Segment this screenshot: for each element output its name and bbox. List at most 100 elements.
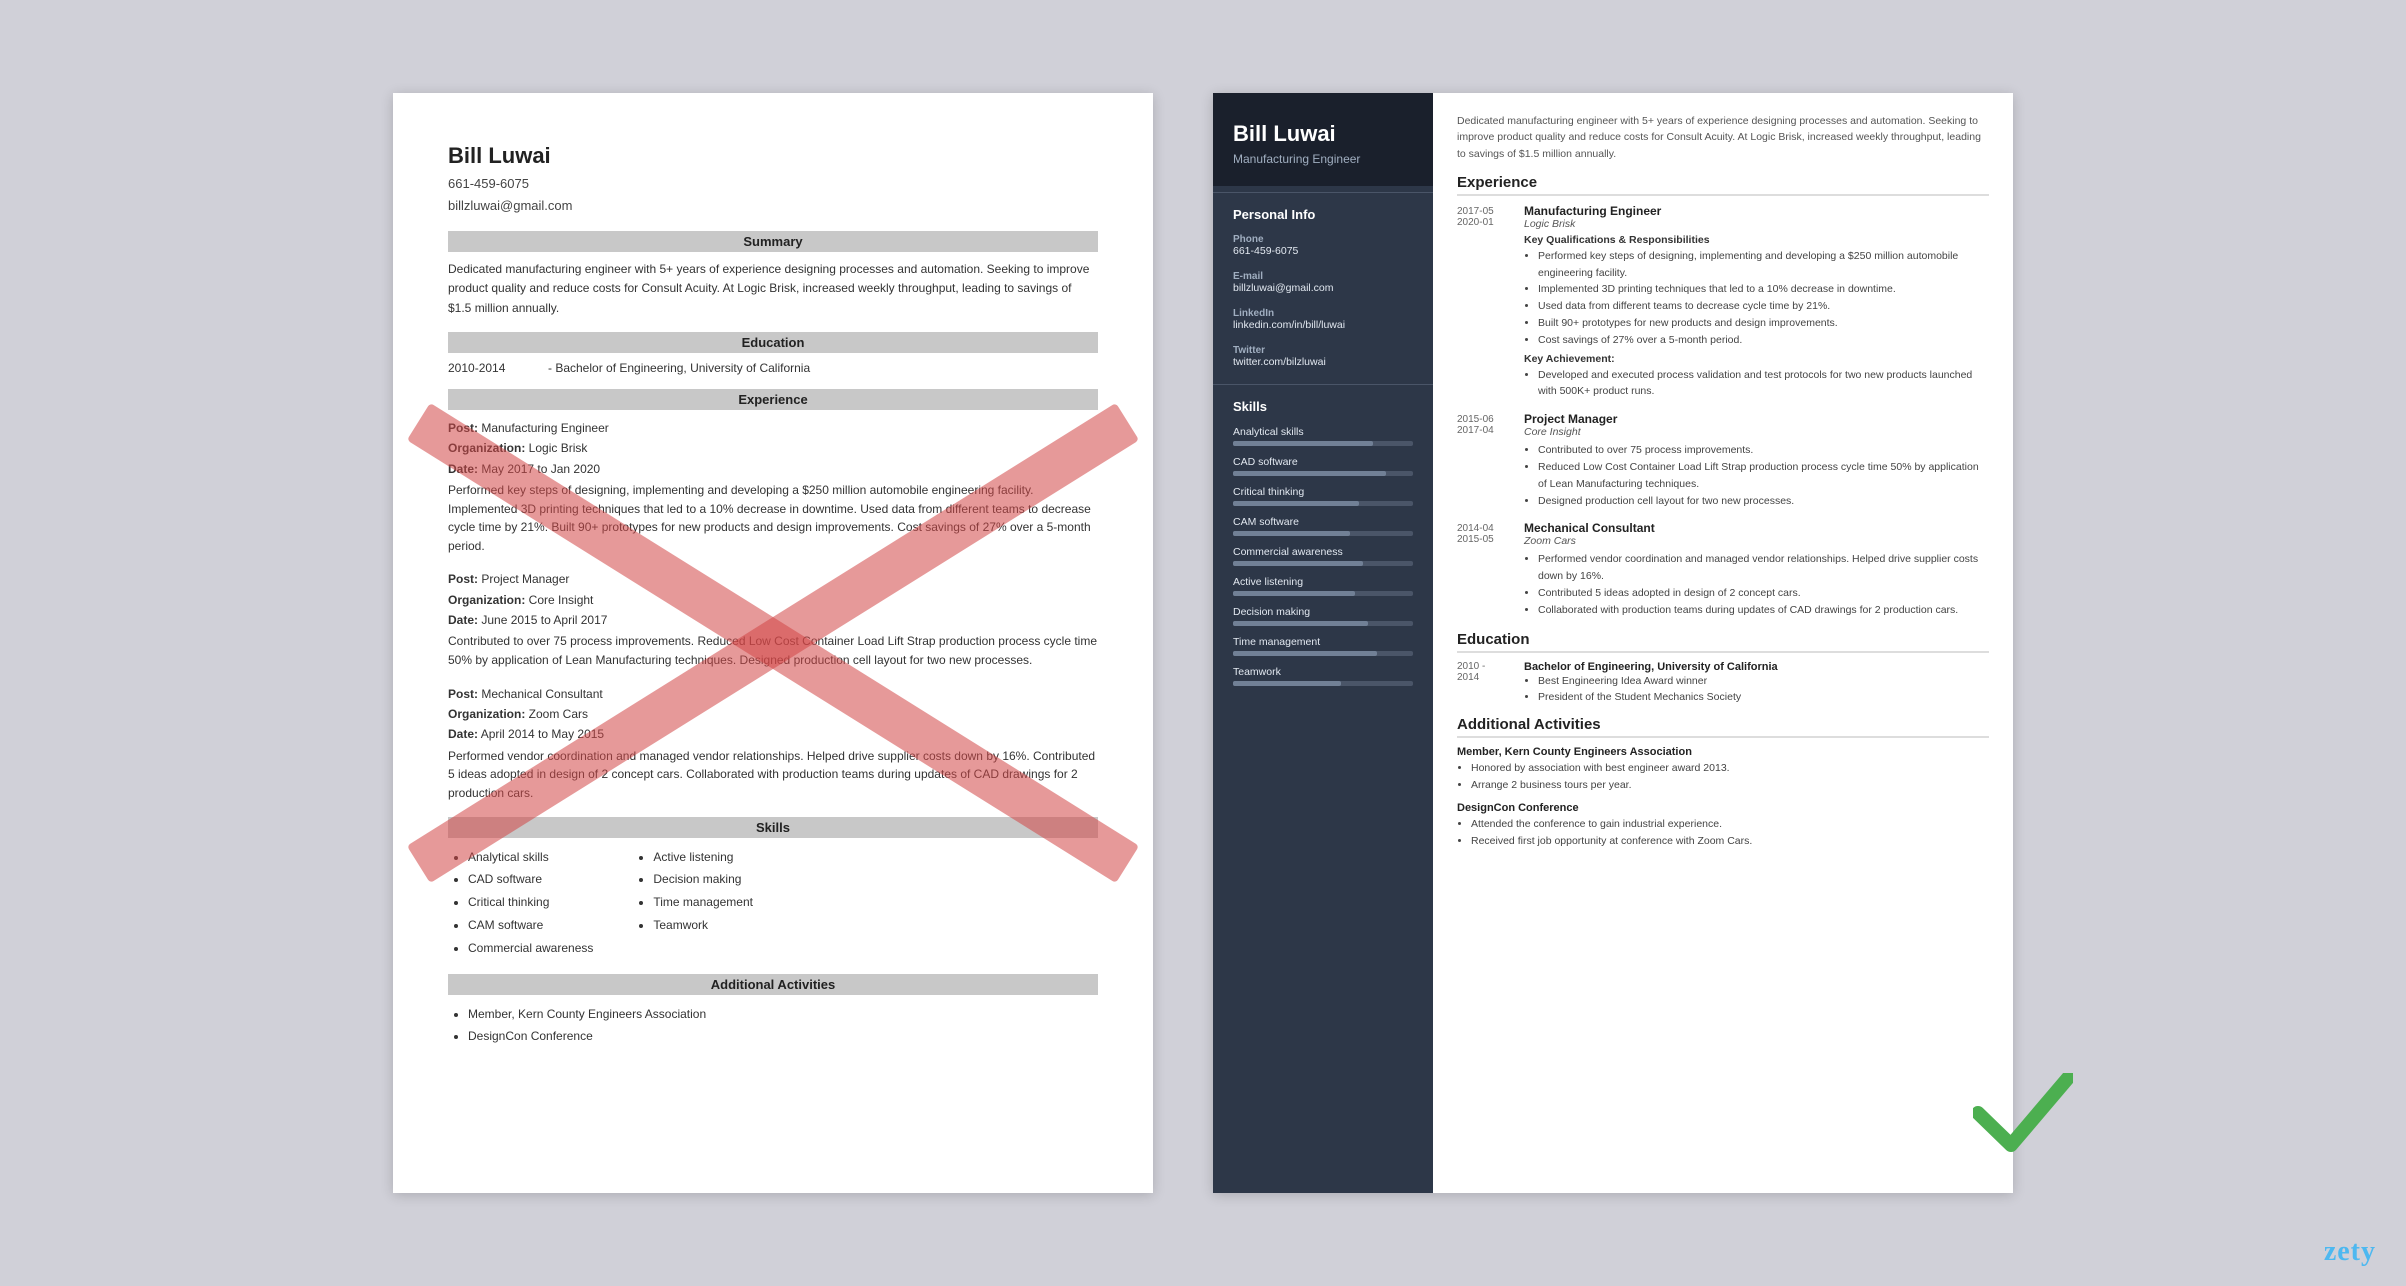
activity-item: DesignCon Conference xyxy=(468,1025,1098,1048)
bullet-item: President of the Student Mechanics Socie… xyxy=(1538,689,1989,706)
left-edu-year: 2010-2014 xyxy=(448,361,518,375)
skill-bar-bg xyxy=(1233,471,1413,476)
skill-item: Decision making xyxy=(653,868,753,891)
skill-bar-fill xyxy=(1233,471,1386,476)
sidebar-skill-item: Time management xyxy=(1213,632,1433,662)
bullet-item: Honored by association with best enginee… xyxy=(1471,760,1989,777)
left-edu-row: 2010-2014 - Bachelor of Engineering, Uni… xyxy=(448,361,1098,375)
left-exp3-post: Post: Mechanical Consultant xyxy=(448,684,1098,704)
sidebar-header: Bill Luwai Manufacturing Engineer xyxy=(1213,93,1433,186)
sidebar-skill-item: Decision making xyxy=(1213,602,1433,632)
bullet-item: Performed key steps of designing, implem… xyxy=(1538,248,1989,282)
skill-bar-fill xyxy=(1233,441,1373,446)
edu1-bullets: Best Engineering Idea Award winner Presi… xyxy=(1524,673,1989,707)
left-exp2-post: Post: Project Manager xyxy=(448,569,1098,589)
edu1-dates: 2010 -2014 xyxy=(1457,661,1512,707)
left-exp1-date: Date: May 2017 to Jan 2020 xyxy=(448,459,1098,479)
activity-item: Member, Kern County Engineers Associatio… xyxy=(468,1003,1098,1026)
exp1-company: Logic Brisk xyxy=(1524,218,1989,230)
skill-item: CAM software xyxy=(468,914,593,937)
sidebar-skill-item: Analytical skills xyxy=(1213,422,1433,452)
resume-good: Bill Luwai Manufacturing Engineer Person… xyxy=(1213,93,2013,1193)
skill-bar-fill xyxy=(1233,621,1368,626)
zety-logo: zety xyxy=(2324,1236,2376,1268)
twitter-item: Twitter twitter.com/bilzluwai xyxy=(1213,341,1433,378)
skill-bar-fill xyxy=(1233,561,1363,566)
bullet-item: Best Engineering Idea Award winner xyxy=(1538,673,1989,690)
bullet-item: Developed and executed process validatio… xyxy=(1538,367,1989,401)
skill-bar-bg xyxy=(1233,621,1413,626)
bullet-item: Built 90+ prototypes for new products an… xyxy=(1538,315,1989,332)
exp2-bullets: Contributed to over 75 process improveme… xyxy=(1524,442,1989,509)
skill-name: Commercial awareness xyxy=(1233,546,1413,558)
left-skills-col2: Active listening Decision making Time ma… xyxy=(633,846,753,960)
skills-container: Analytical skills CAD software Critical … xyxy=(1213,422,1433,692)
left-exp-3: Post: Mechanical Consultant Organization… xyxy=(448,684,1098,803)
skill-bar-bg xyxy=(1233,591,1413,596)
exp3-dates: 2014-042015-05 xyxy=(1457,521,1512,618)
sidebar-skill-item: CAM software xyxy=(1213,512,1433,542)
bullet-item: Arrange 2 business tours per year. xyxy=(1471,777,1989,794)
bullet-item: Performed vendor coordination and manage… xyxy=(1538,551,1989,585)
skill-name: Decision making xyxy=(1233,606,1413,618)
bullet-item: Reduced Low Cost Container Load Lift Str… xyxy=(1538,459,1989,493)
left-name: Bill Luwai xyxy=(448,143,1098,169)
sidebar-skill-item: Teamwork xyxy=(1213,662,1433,692)
linkedin-label: LinkedIn xyxy=(1233,308,1413,319)
right-name: Bill Luwai xyxy=(1233,121,1413,147)
exp1-dates: 2017-052020-01 xyxy=(1457,204,1512,400)
skill-item: Analytical skills xyxy=(468,846,593,869)
skill-bar-fill xyxy=(1233,591,1355,596)
exp-entry-3: 2014-042015-05 Mechanical Consultant Zoo… xyxy=(1457,521,1989,618)
exp1-achievement-label: Key Achievement: xyxy=(1524,353,1989,365)
sidebar-skill-item: CAD software xyxy=(1213,452,1433,482)
left-email: billzluwai@gmail.com xyxy=(448,198,572,213)
left-skills-header: Skills xyxy=(448,817,1098,838)
left-activities-header: Additional Activities xyxy=(448,974,1098,995)
left-activities-list: Member, Kern County Engineers Associatio… xyxy=(448,1003,1098,1049)
linkedin-item: LinkedIn linkedin.com/in/bill/luwai xyxy=(1213,304,1433,341)
activity2-title: DesignCon Conference xyxy=(1457,802,1989,814)
left-exp1-org: Organization: Logic Brisk xyxy=(448,438,1098,458)
exp2-details: Project Manager Core Insight Contributed… xyxy=(1524,412,1989,509)
left-skills-col1: Analytical skills CAD software Critical … xyxy=(448,846,593,960)
left-skills-cols: Analytical skills CAD software Critical … xyxy=(448,846,1098,960)
exp1-qual-label: Key Qualifications & Responsibilities xyxy=(1524,234,1989,246)
right-sidebar: Bill Luwai Manufacturing Engineer Person… xyxy=(1213,93,1433,1193)
sidebar-skill-item: Commercial awareness xyxy=(1213,542,1433,572)
experience-section-title: Experience xyxy=(1457,174,1989,196)
left-summary-header: Summary xyxy=(448,231,1098,252)
skill-bar-bg xyxy=(1233,441,1413,446)
left-exp3-org: Organization: Zoom Cars xyxy=(448,704,1098,724)
twitter-label: Twitter xyxy=(1233,345,1413,356)
activity-1: Member, Kern County Engineers Associatio… xyxy=(1457,746,1989,794)
edu1-details: Bachelor of Engineering, University of C… xyxy=(1524,661,1989,707)
bullet-item: Received first job opportunity at confer… xyxy=(1471,833,1989,850)
left-summary-text: Dedicated manufacturing engineer with 5+… xyxy=(448,260,1098,318)
bullet-item: Collaborated with production teams durin… xyxy=(1538,602,1989,619)
exp1-details: Manufacturing Engineer Logic Brisk Key Q… xyxy=(1524,204,1989,400)
exp1-title: Manufacturing Engineer xyxy=(1524,204,1989,218)
edu-entry-1: 2010 -2014 Bachelor of Engineering, Univ… xyxy=(1457,661,1989,707)
skill-bar-fill xyxy=(1233,531,1350,536)
left-experience-header: Experience xyxy=(448,389,1098,410)
exp1-bullets: Performed key steps of designing, implem… xyxy=(1524,248,1989,349)
bullet-item: Cost savings of 27% over a 5-month perio… xyxy=(1538,332,1989,349)
sidebar-skill-item: Active listening xyxy=(1213,572,1433,602)
sidebar-skill-item: Critical thinking xyxy=(1213,482,1433,512)
skill-bar-fill xyxy=(1233,501,1359,506)
skill-name: CAD software xyxy=(1233,456,1413,468)
phone-item: Phone 661-459-6075 xyxy=(1213,230,1433,267)
skills-section-label: Skills xyxy=(1213,384,1433,422)
left-phone: 661-459-6075 xyxy=(448,176,529,191)
left-exp2-desc: Contributed to over 75 process improveme… xyxy=(448,632,1098,669)
skill-bar-bg xyxy=(1233,531,1413,536)
bullet-item: Contributed to over 75 process improveme… xyxy=(1538,442,1989,459)
exp-entry-1: 2017-052020-01 Manufacturing Engineer Lo… xyxy=(1457,204,1989,400)
activities-section-title: Additional Activities xyxy=(1457,716,1989,738)
skill-item: Teamwork xyxy=(653,914,753,937)
skill-item: CAD software xyxy=(468,868,593,891)
main-content: Dedicated manufacturing engineer with 5+… xyxy=(1433,93,2013,1193)
bullet-item: Attended the conference to gain industri… xyxy=(1471,816,1989,833)
exp2-company: Core Insight xyxy=(1524,426,1989,438)
